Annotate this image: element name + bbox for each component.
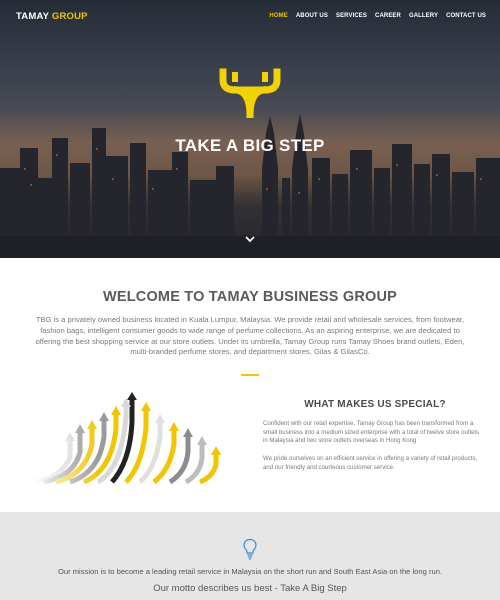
nav-menu: HOME ABOUT US SERVICES CAREER GALLERY CO… [269, 13, 486, 19]
special-title: WHAT MAKES US SPECIAL? [304, 399, 446, 410]
brand-group: GROUP [51, 11, 88, 22]
section-divider [241, 374, 259, 376]
welcome-description: TBG is a privately owned business locate… [35, 315, 465, 357]
welcome-title: WELCOME TO TAMAY BUSINESS GROUP [102, 289, 398, 305]
nav-item-gallery[interactable]: GALLERY [409, 13, 438, 19]
brand-name: TAMAY [16, 11, 50, 22]
motto-text: Our motto describes us best - Take A Big… [153, 583, 347, 594]
lightbulb-icon [243, 538, 257, 560]
nav-item-home[interactable]: HOME [269, 13, 287, 19]
rising-arrows-image [30, 392, 228, 484]
special-paragraph-2: We pride ourselves on an efficient servi… [263, 455, 478, 471]
special-paragraph-1: Confident with our retail expertise, Tam… [263, 420, 480, 445]
nav-item-career[interactable]: CAREER [375, 13, 401, 19]
mission-section: Our mission is to become a leading retai… [0, 512, 500, 600]
chevron-down-icon[interactable] [244, 233, 256, 245]
hero-banner: TAMAY GROUP HOME ABOUT US SERVICES CAREE… [0, 0, 500, 258]
top-navbar: TAMAY GROUP HOME ABOUT US SERVICES CAREE… [0, 0, 500, 34]
mission-statement: Our mission is to become a leading retai… [57, 567, 443, 576]
tamay-logo-icon [219, 68, 281, 118]
nav-item-services[interactable]: SERVICES [336, 13, 367, 19]
brand-logo[interactable]: TAMAY GROUP [16, 11, 88, 22]
nav-item-contact-us[interactable]: CONTACT US [446, 13, 486, 19]
hero-title: TAKE A BIG STEP [175, 136, 325, 155]
nav-item-about-us[interactable]: ABOUT US [296, 13, 328, 19]
hero-overlay [0, 0, 500, 258]
